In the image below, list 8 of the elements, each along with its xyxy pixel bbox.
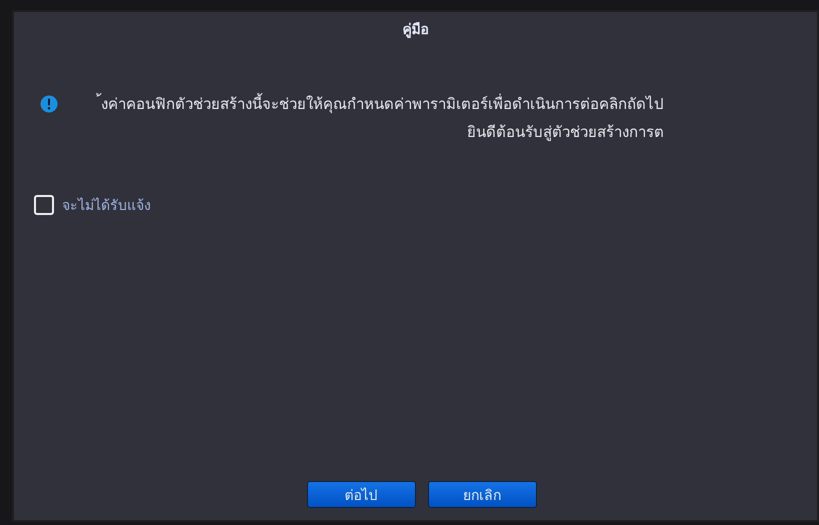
window-title: คู่มือ bbox=[402, 21, 428, 40]
checkbox[interactable] bbox=[34, 195, 54, 215]
dialog-button[interactable]: ต่อไป bbox=[306, 481, 416, 508]
message-text: ยินดีต้อนรับสู่ตัวช่วยสร้างการต bbox=[466, 122, 664, 143]
info-icon bbox=[40, 95, 58, 113]
message-text: ้งค่าคอนฟิกตัวช่วยสร้างนี้จะช่วยให้คุณกำหนดค่าพารามิเตอร์เพื่อดำเนินการต่อคลิกถัดไป bbox=[95, 90, 664, 118]
checkbox-label: จะไม่ได้รับแจ้ง bbox=[62, 196, 151, 216]
dialog-button[interactable]: ยกเลิก bbox=[428, 481, 536, 508]
